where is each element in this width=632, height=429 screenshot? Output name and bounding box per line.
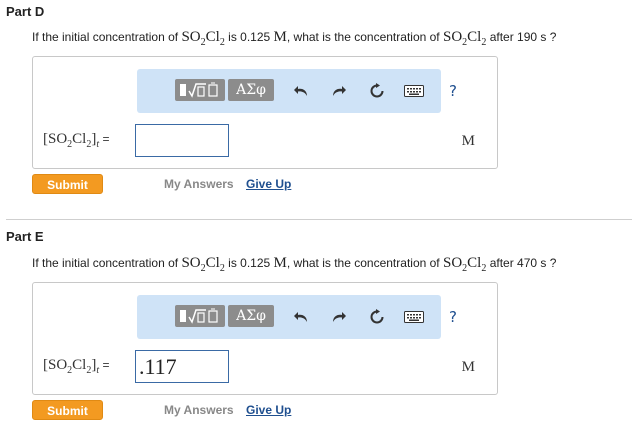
template-icon bbox=[178, 307, 222, 325]
answer-input[interactable] bbox=[135, 124, 229, 157]
greek-symbols-button[interactable]: ΑΣφ bbox=[228, 79, 274, 101]
help-icon[interactable]: ? bbox=[443, 81, 463, 101]
unit-label: M bbox=[461, 359, 475, 375]
part-d-title: Part D bbox=[6, 4, 45, 19]
undo-icon[interactable] bbox=[291, 307, 311, 327]
keyboard-icon[interactable] bbox=[403, 307, 425, 327]
answer-input[interactable]: .117 bbox=[135, 350, 229, 383]
equation-toolbar: ΑΣφ ? bbox=[137, 295, 457, 339]
keyboard-icon[interactable] bbox=[403, 81, 425, 101]
part-e-answer-panel: ΑΣφ ? [SO2Cl2]t = .117 M bbox=[32, 282, 498, 395]
section-divider bbox=[6, 219, 632, 220]
redo-icon[interactable] bbox=[329, 307, 349, 327]
part-e-question: If the initial concentration of SO2Cl2 i… bbox=[32, 255, 557, 274]
my-answers-link[interactable]: My Answers bbox=[164, 403, 234, 417]
answer-label: [SO2Cl2]t = bbox=[43, 357, 110, 376]
give-up-link[interactable]: Give Up bbox=[246, 403, 291, 417]
submit-button[interactable]: Submit bbox=[32, 174, 103, 194]
help-icon[interactable]: ? bbox=[443, 307, 463, 327]
compound-formula: SO2Cl2 bbox=[181, 29, 225, 48]
give-up-link[interactable]: Give Up bbox=[246, 177, 291, 191]
template-icon bbox=[178, 81, 222, 99]
my-answers-link[interactable]: My Answers bbox=[164, 177, 234, 191]
compound-formula: SO2Cl2 bbox=[181, 255, 225, 274]
equation-toolbar: ΑΣφ ? bbox=[137, 69, 457, 113]
redo-icon[interactable] bbox=[329, 81, 349, 101]
greek-symbols-button[interactable]: ΑΣφ bbox=[228, 305, 274, 327]
part-d-question: If the initial concentration of SO2Cl2 i… bbox=[32, 29, 557, 48]
compound-formula: SO2Cl2 bbox=[442, 255, 487, 274]
compound-formula: SO2Cl2 bbox=[442, 29, 487, 48]
template-button[interactable] bbox=[175, 305, 225, 327]
template-button[interactable] bbox=[175, 79, 225, 101]
reset-icon[interactable] bbox=[367, 307, 387, 327]
part-e-title: Part E bbox=[6, 229, 44, 244]
part-d-answer-panel: ΑΣφ ? [SO2Cl2]t = M bbox=[32, 56, 498, 169]
answer-label: [SO2Cl2]t = bbox=[43, 131, 110, 150]
reset-icon[interactable] bbox=[367, 81, 387, 101]
submit-button[interactable]: Submit bbox=[32, 400, 103, 420]
unit-label: M bbox=[461, 133, 475, 149]
undo-icon[interactable] bbox=[291, 81, 311, 101]
